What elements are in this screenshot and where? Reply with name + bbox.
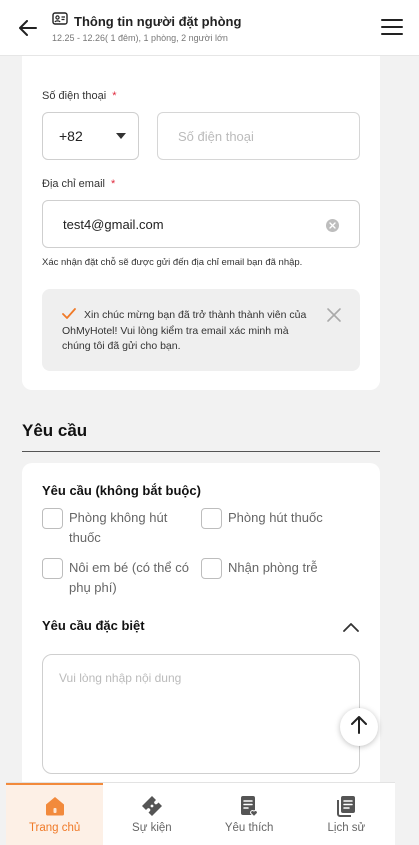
checkbox-baby-cot[interactable]: [42, 558, 63, 579]
nav-label: Yêu thích: [224, 822, 274, 834]
favorite-list-icon: [236, 793, 262, 819]
welcome-notice: Xin chúc mừng bạn đã trở thành thành viê…: [42, 289, 360, 371]
email-input[interactable]: [42, 200, 360, 248]
history-icon: [333, 793, 359, 819]
country-code-value: +82: [59, 128, 83, 144]
nav-item-events[interactable]: Sự kiện: [103, 783, 200, 845]
country-code-select[interactable]: +82: [42, 112, 139, 160]
nav-item-history[interactable]: Lịch sử: [298, 783, 395, 845]
section-title-requests: Yêu cầu: [22, 421, 88, 440]
caret-down-icon: [116, 133, 126, 139]
optional-requests-title: Yêu cầu (không bắt buộc): [42, 483, 201, 498]
hamburger-menu-icon[interactable]: [381, 18, 403, 38]
phone-label: Số điện thoại *: [42, 90, 117, 102]
id-card-icon: [52, 12, 68, 30]
special-requests-textarea[interactable]: [42, 654, 360, 774]
nav-item-home[interactable]: Trang chủ: [6, 783, 104, 845]
nav-label: Sự kiện: [132, 822, 172, 834]
bottom-nav: Trang chủ Sự kiện Yêu thích Lịch sử: [6, 782, 395, 845]
header-title-row: Thông tin người đặt phòng: [52, 12, 241, 30]
section-divider: [22, 451, 380, 452]
checkbox-label: Nôi em bé (có thể có phụ phí): [69, 560, 189, 595]
page-title: Thông tin người đặt phòng: [74, 13, 242, 29]
arrow-up-icon: [351, 715, 367, 739]
header-bar: Thông tin người đặt phòng 12.25 - 12.26(…: [0, 0, 419, 56]
notice-text: Xin chúc mừng bạn đã trở thành thành viê…: [62, 309, 307, 352]
scroll-to-top-button[interactable]: [340, 708, 378, 746]
back-arrow-icon[interactable]: [16, 16, 40, 40]
home-icon: [42, 793, 68, 819]
special-requests-title: Yêu cầu đặc biệt: [42, 618, 145, 633]
checkbox-smoking[interactable]: [201, 508, 222, 529]
close-icon[interactable]: [326, 307, 342, 323]
nav-item-favorites[interactable]: Yêu thích: [201, 783, 298, 845]
booking-summary: 12.25 - 12.26( 1 đêm), 1 phòng, 2 người …: [52, 33, 228, 43]
ticket-icon: [139, 793, 165, 819]
phone-input[interactable]: [157, 112, 360, 160]
email-hint: Xác nhận đặt chỗ sẽ được gửi đến địa chỉ…: [42, 257, 303, 268]
nav-label: Lịch sử: [327, 822, 366, 834]
checkbox-label: Nhận phòng trễ: [228, 560, 318, 575]
checkbox-label: Phòng hút thuốc: [228, 510, 323, 525]
checkbox-late-checkin[interactable]: [201, 558, 222, 579]
nav-label: Trang chủ: [28, 822, 81, 834]
chevron-up-icon[interactable]: [343, 619, 359, 632]
email-label: Địa chỉ email *: [42, 178, 116, 190]
checkbox-label: Phòng không hút thuốc: [69, 510, 168, 545]
clear-input-icon[interactable]: [326, 219, 339, 232]
checkbox-non-smoking[interactable]: [42, 508, 63, 529]
